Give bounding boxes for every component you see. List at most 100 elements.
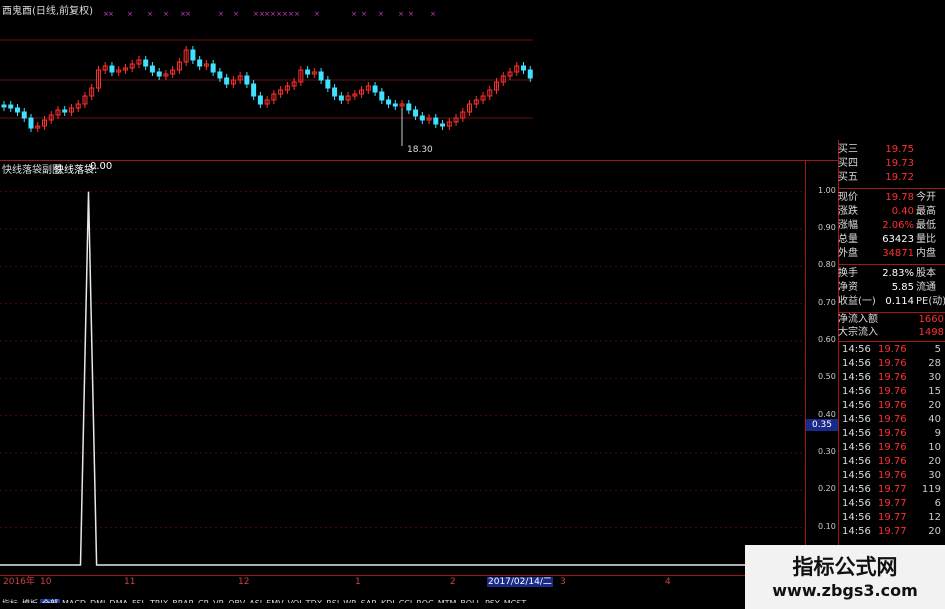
indicator-tab-boll[interactable]: BOLL <box>458 599 483 603</box>
tick-time: 14:56 <box>842 526 871 537</box>
quote-label-secondary: 流通 <box>916 282 936 293</box>
tick-price: 19.77 <box>878 498 907 509</box>
tick-volume: 30 <box>928 372 941 383</box>
date-axis-label: 2016年 <box>3 577 35 587</box>
candle-body <box>257 95 263 105</box>
signal-marker: × <box>185 10 191 18</box>
indicator-tabs: 指标模板全部MACDDMIDMAFSLTRIXBRARCRVROBVASIEMV… <box>0 591 745 603</box>
tick-price: 19.77 <box>878 512 907 523</box>
indicator-tab-macd[interactable]: MACD <box>60 599 88 603</box>
signal-marker: × <box>408 10 414 18</box>
tick-row: 14:56 19.76 28 <box>838 357 945 371</box>
tick-row: 14:56 19.77 6 <box>838 497 945 511</box>
tick-price: 19.76 <box>878 456 907 467</box>
indicator-tab-mcst[interactable]: MCST <box>502 599 528 603</box>
flow-label: 大宗流入 <box>838 327 878 338</box>
signal-marker: × <box>108 10 114 18</box>
candle-body <box>21 111 27 119</box>
candle-body <box>318 71 324 81</box>
indicator-tab-kdj[interactable]: KDJ <box>379 599 397 603</box>
tick-volume: 10 <box>928 442 941 453</box>
kline-chart-area[interactable]: 酉鬼酉(日线,前复权) × × × × × × × × × × × × × × × × × × × × × × × × 18.… <box>0 0 533 158</box>
tick-time: 14:56 <box>842 512 871 523</box>
signal-marker: × <box>127 10 133 18</box>
kline-candles: × × × × × × × × × × × × × × × × × × × × × × × × <box>0 10 533 146</box>
flow-value: 1498 <box>918 327 944 338</box>
quote-value: 2.83% <box>882 268 914 279</box>
tick-price: 19.76 <box>878 372 907 383</box>
tick-row: 14:56 19.76 30 <box>838 371 945 385</box>
indicator-tab-wr[interactable]: WR <box>341 599 358 603</box>
indicator-tab-cr[interactable]: CR <box>196 599 211 603</box>
indicator-tab-模板[interactable]: 模板 <box>20 599 40 603</box>
indicator-tab-emv[interactable]: EMV <box>264 599 285 603</box>
y-tick-label: 0.20 <box>818 484 836 494</box>
signal-marker: × <box>147 10 153 18</box>
indicator-tab-sar[interactable]: SAR <box>359 599 379 603</box>
candle-body <box>244 75 250 85</box>
indicator-tab-dma[interactable]: DMA <box>107 599 130 603</box>
signal-marker: × <box>282 10 288 18</box>
tick-price: 19.76 <box>878 358 907 369</box>
date-axis-label: 11 <box>124 577 136 587</box>
candle-body <box>224 77 230 85</box>
quote-label: 买四 <box>838 158 858 169</box>
indicator-tab-trix[interactable]: TRIX <box>148 599 170 603</box>
tick-volume: 12 <box>928 512 941 523</box>
candle-body <box>14 107 20 113</box>
indicator-tab-全部[interactable]: 全部 <box>40 599 60 603</box>
low-price-marker: 18.30 <box>407 145 433 155</box>
tick-price: 19.76 <box>878 428 907 439</box>
tick-time: 14:56 <box>842 414 871 425</box>
indicator-tab-fsl[interactable]: FSL <box>130 599 148 603</box>
indicator-tab-vr[interactable]: VR <box>211 599 226 603</box>
y-tick-label: 1.00 <box>818 185 836 195</box>
indicator-tab-obv[interactable]: OBV <box>226 599 247 603</box>
tick-time: 14:56 <box>842 498 871 509</box>
indicator-tab-mtm[interactable]: MTM <box>436 599 459 603</box>
tick-price: 19.76 <box>878 414 907 425</box>
candle-body <box>419 115 425 121</box>
indicator-tab-vol-tdx[interactable]: VOL-TDX <box>286 599 325 603</box>
quote-label: 收益(一) <box>838 296 876 307</box>
indicator-tab-brar[interactable]: BRAR <box>170 599 196 603</box>
indicator-chart-area[interactable]: 快线落袋副图 快线落袋: 0.00 <box>0 161 805 572</box>
date-axis: 2016年 10 11 12 1 2 3 4 2017/02/14/二 <box>0 575 805 588</box>
tick-price: 19.77 <box>878 484 907 495</box>
indicator-tab-roc[interactable]: ROC <box>414 599 435 603</box>
tick-volume: 30 <box>928 470 941 481</box>
signal-marker: × <box>270 10 276 18</box>
indicator-tab-rsi[interactable]: RSI <box>324 599 341 603</box>
indicator-tab-asi[interactable]: ASI <box>247 599 264 603</box>
indicator-y-axis: 1.00 0.90 0.80 0.70 0.60 0.50 0.40 0.30 0.20 0.10… <box>805 161 839 572</box>
quote-divider <box>838 264 945 265</box>
y-tick-label: 0.50 <box>818 372 836 382</box>
tick-volume: 20 <box>928 400 941 411</box>
tick-volume: 9 <box>934 428 941 439</box>
date-axis-label: 1 <box>355 577 361 587</box>
quote-label-secondary: 今开 <box>916 192 936 203</box>
candle-body <box>190 49 196 61</box>
indicator-tab-指标[interactable]: 指标 <box>0 599 20 603</box>
candle-body <box>251 83 257 97</box>
indicator-tab-dmi[interactable]: DMI <box>88 599 107 603</box>
quote-value: 34871 <box>882 248 914 259</box>
tick-price: 19.76 <box>878 470 907 481</box>
tick-volume: 15 <box>928 386 941 397</box>
tick-time: 14:56 <box>842 400 871 411</box>
indicator-tab-cci[interactable]: CCI <box>397 599 415 603</box>
tick-time: 14:56 <box>842 358 871 369</box>
date-axis-label: 2 <box>450 577 456 587</box>
quote-value: 2.06% <box>882 220 914 231</box>
indicator-tab-psy[interactable]: PSY <box>483 599 502 603</box>
date-axis-label: 10 <box>40 577 52 587</box>
candle-body <box>109 65 115 73</box>
signal-marker: × <box>351 10 357 18</box>
current-value-box: 0.35 <box>806 419 838 431</box>
tick-volume: 6 <box>934 498 941 509</box>
tick-row: 14:56 19.76 20 <box>838 455 945 469</box>
flow-label: 净流入额 <box>838 314 878 325</box>
y-tick-label: 0.30 <box>818 447 836 456</box>
candle-body <box>386 99 392 105</box>
tick-row: 14:56 19.76 9 <box>838 427 945 441</box>
